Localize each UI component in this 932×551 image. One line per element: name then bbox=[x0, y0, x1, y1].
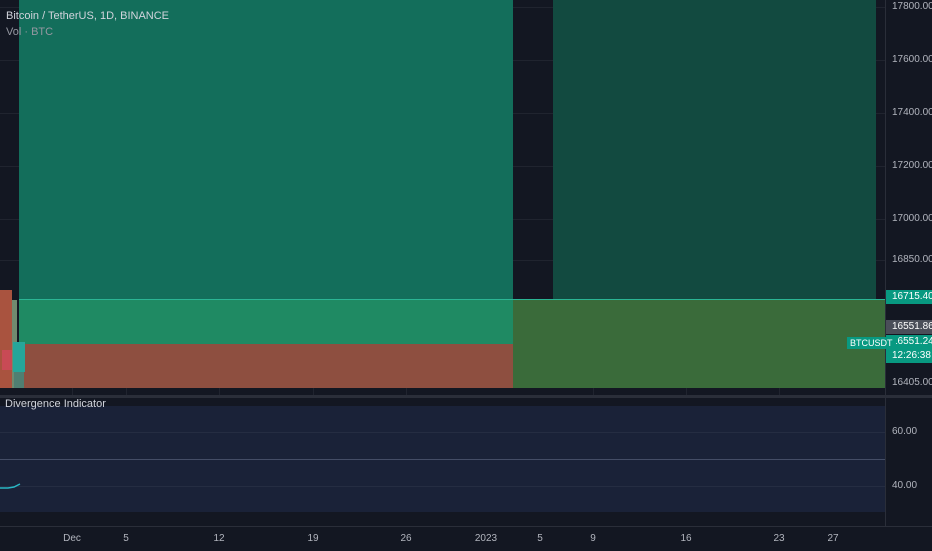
symbol-title[interactable]: Bitcoin / TetherUS, 1D, BINANCE bbox=[6, 8, 169, 24]
time-tick: 12 bbox=[213, 533, 225, 544]
time-tick: 27 bbox=[827, 533, 839, 544]
price-tick: 17600.00 bbox=[892, 54, 932, 65]
time-tick: 23 bbox=[773, 533, 785, 544]
profit-zone bbox=[19, 0, 513, 300]
time-tick: 19 bbox=[307, 533, 319, 544]
time-tick: 9 bbox=[590, 533, 596, 544]
price-tick: 16405.00 bbox=[892, 377, 932, 388]
price-chart-pane[interactable] bbox=[0, 0, 885, 395]
indicator-tick: 40.00 bbox=[892, 480, 918, 491]
candle-body bbox=[2, 350, 12, 370]
indicator-title[interactable]: Divergence Indicator bbox=[5, 398, 106, 410]
long-position-band bbox=[19, 300, 513, 344]
price-tick: 17400.00 bbox=[892, 107, 932, 118]
price-axis[interactable]: 17800.00 17600.00 17400.00 17200.00 1700… bbox=[885, 0, 932, 395]
target-price-label: 16715.40 bbox=[886, 290, 932, 304]
price-tick: 17800.00 bbox=[892, 1, 932, 12]
chart-legend: Bitcoin / TetherUS, 1D, BINANCE Vol · BT… bbox=[6, 8, 169, 40]
last-price-label: 16551.86 bbox=[886, 320, 932, 334]
indicator-midline bbox=[0, 459, 885, 460]
time-tick: Dec bbox=[63, 533, 81, 544]
volume-bar bbox=[14, 372, 24, 388]
candle-bearish bbox=[0, 290, 12, 388]
grid-line bbox=[0, 432, 885, 433]
position-band-extended bbox=[513, 300, 885, 388]
time-tick: 2023 bbox=[474, 533, 498, 544]
profit-zone-extended bbox=[553, 0, 876, 300]
time-tick: 5 bbox=[123, 533, 129, 544]
grid-line bbox=[0, 486, 885, 487]
time-axis[interactable]: Dec 5 12 19 26 2023 5 9 16 23 27 bbox=[0, 526, 932, 551]
candle-bullish bbox=[13, 342, 25, 372]
symbol-price-tag: BTCUSDT bbox=[847, 337, 896, 349]
indicator-line bbox=[0, 483, 21, 489]
stop-loss-band bbox=[19, 344, 513, 388]
time-tick: 5 bbox=[537, 533, 543, 544]
indicator-tick: 60.00 bbox=[892, 426, 918, 437]
volume-legend[interactable]: Vol · BTC bbox=[6, 24, 169, 40]
indicator-pane[interactable] bbox=[0, 398, 885, 526]
time-tick: 26 bbox=[400, 533, 412, 544]
price-tick: 17000.00 bbox=[892, 213, 932, 224]
time-tick: 16 bbox=[680, 533, 692, 544]
bar-countdown-label: 12:26:38 bbox=[886, 349, 932, 363]
price-tick: 16850.00 bbox=[892, 254, 932, 265]
indicator-axis[interactable]: 60.00 40.00 bbox=[885, 398, 932, 526]
price-tick: 17200.00 bbox=[892, 160, 932, 171]
